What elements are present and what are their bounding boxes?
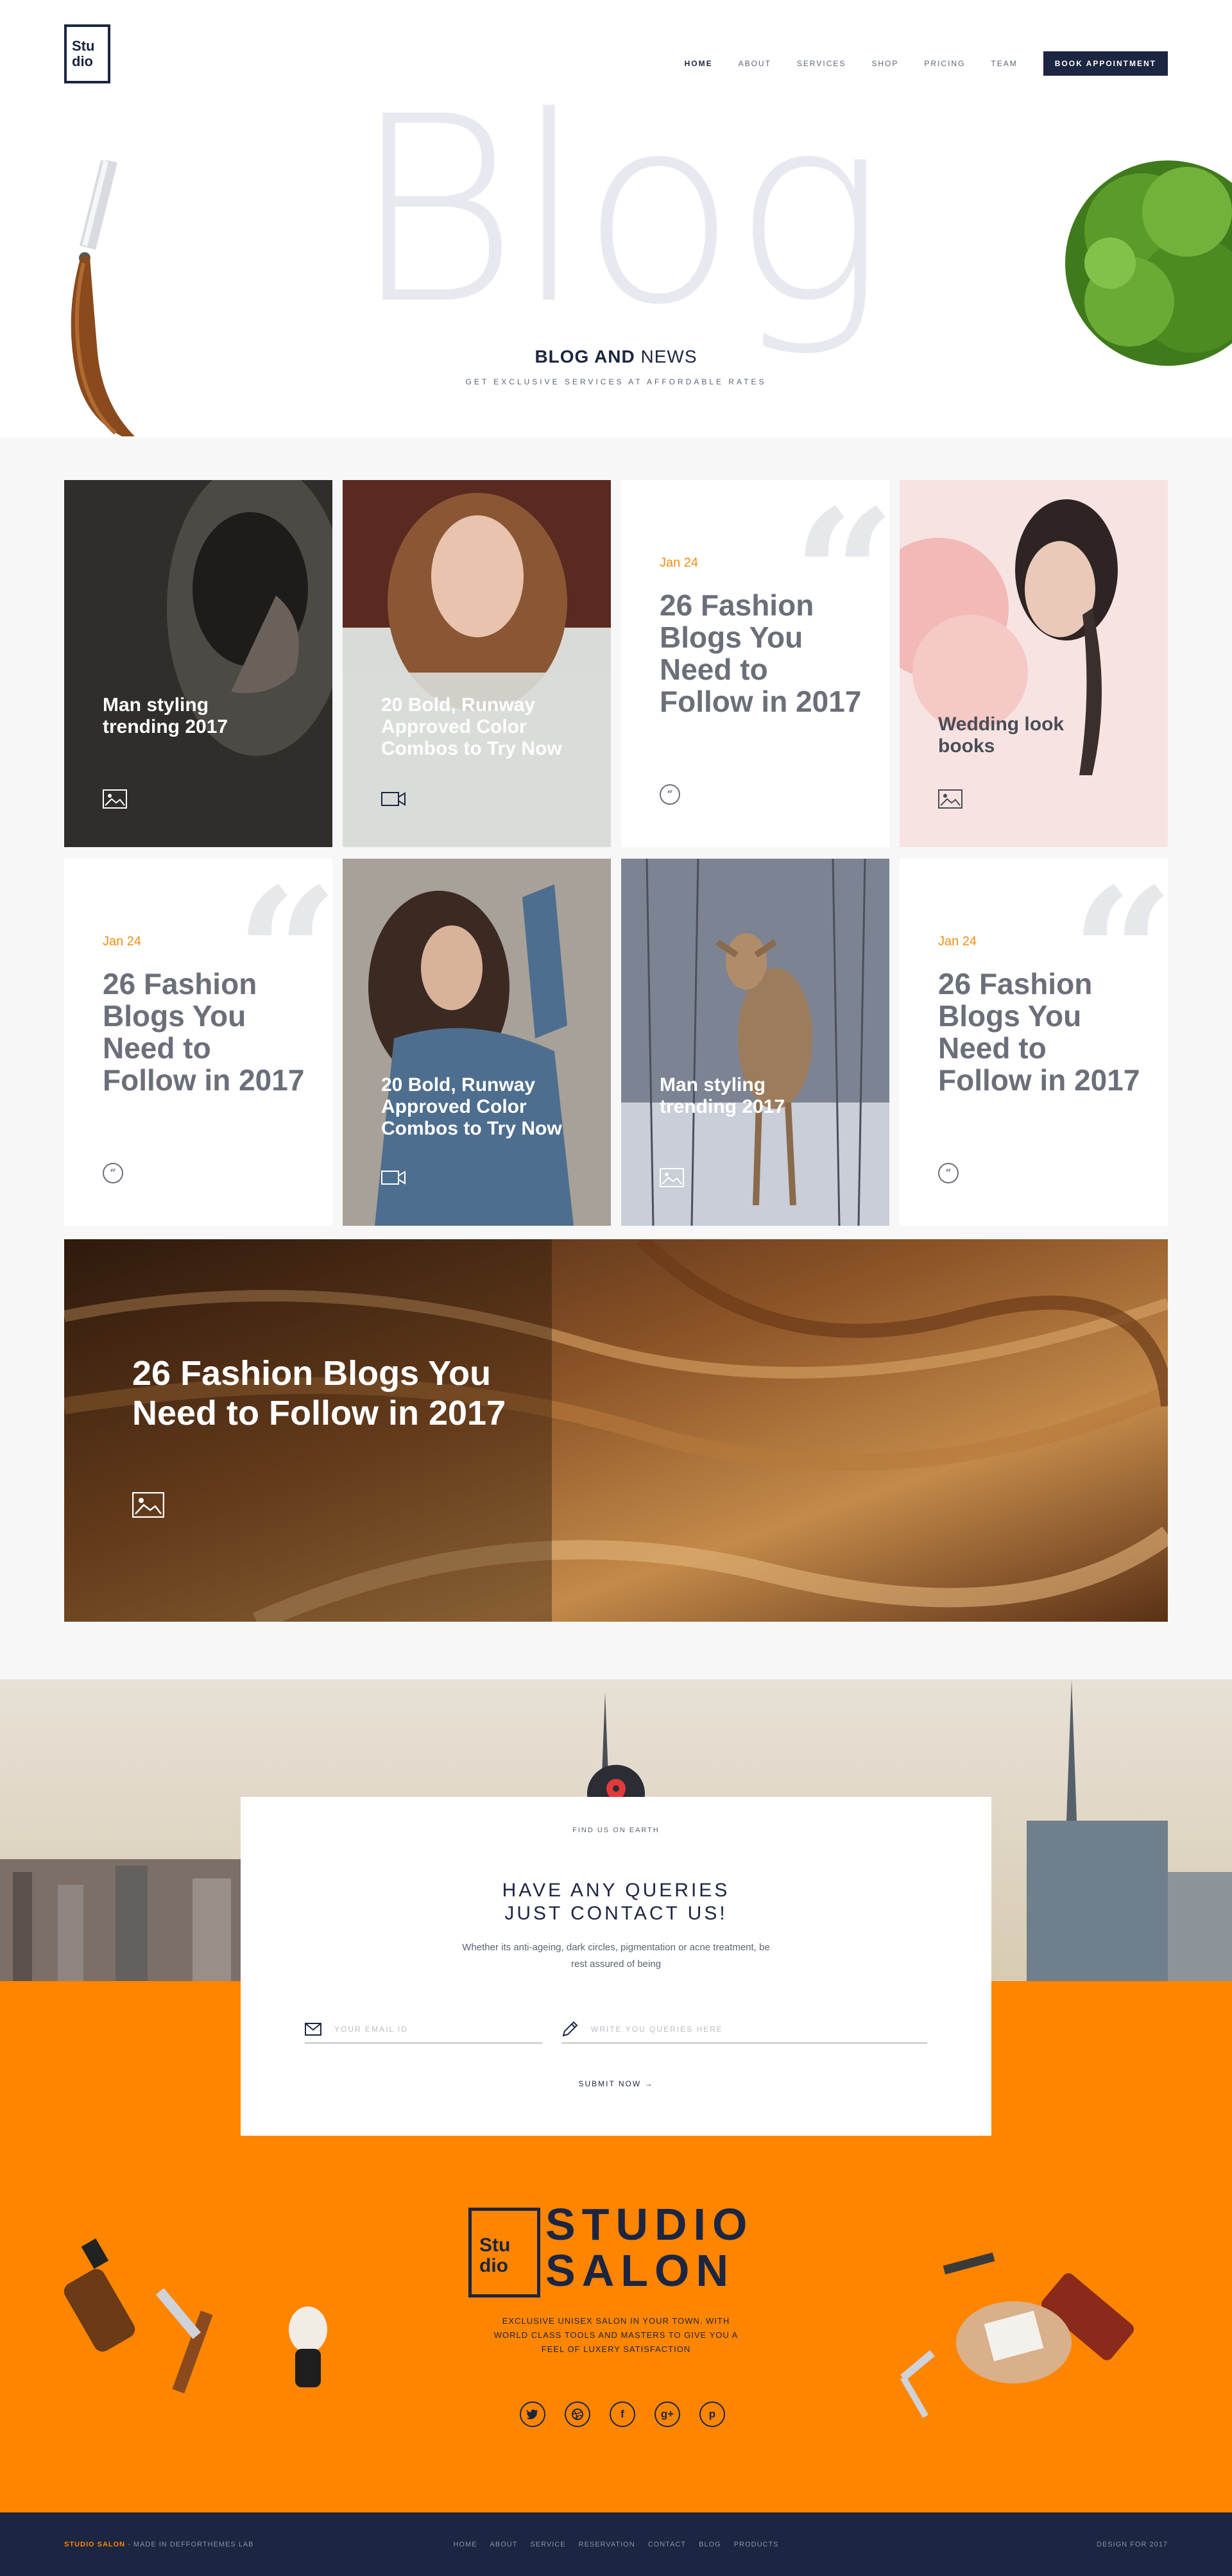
image-icon xyxy=(132,1492,164,1518)
footer-nav-products[interactable]: PRODUCTS xyxy=(734,2541,779,2548)
twitter-icon[interactable] xyxy=(520,2401,545,2427)
facebook-icon[interactable]: f xyxy=(610,2401,635,2427)
hero-title-bold: BLOG AND xyxy=(535,347,635,366)
footer-nav-blog[interactable]: BLOG xyxy=(699,2541,721,2548)
card-date: Jan 24 xyxy=(938,934,977,949)
mail-icon xyxy=(305,2022,321,2036)
submit-button[interactable]: SUBMIT NOW → xyxy=(241,2079,991,2088)
book-appointment-button[interactable]: BOOK APPOINTMENT xyxy=(1043,51,1168,76)
studio-logo[interactable]: Stu dio xyxy=(64,24,110,83)
footer-nav-contact[interactable]: CONTACT xyxy=(648,2541,686,2548)
image-icon xyxy=(103,789,127,809)
brand-name: STUDIO SALON xyxy=(545,2201,753,2294)
contact-heading: HAVE ANY QUERIES JUST CONTACT US! xyxy=(241,1879,991,1925)
nav-pricing[interactable]: PRICING xyxy=(924,59,965,68)
pinterest-icon[interactable]: p xyxy=(699,2401,725,2427)
brand-logo-line-2: dio xyxy=(479,2255,508,2276)
featured-blog-card[interactable]: 26 Fashion Blogs You Need to Follow in 2… xyxy=(64,1239,1168,1622)
hero-title-light: NEWS xyxy=(635,347,697,366)
blog-card[interactable]: 20 Bold, Runway Approved Color Combos to… xyxy=(343,480,611,847)
query-field-wrapper xyxy=(561,2015,927,2043)
social-links: f g+ p xyxy=(510,2401,735,2427)
blog-card[interactable]: Man styling trending 2017 xyxy=(64,480,332,847)
quote-icon: “ xyxy=(103,1163,123,1183)
studio-salon-logo[interactable]: Stu dio xyxy=(468,2208,540,2297)
blog-quote-card[interactable]: “ Jan 24 26 Fashion Blogs You Need to Fo… xyxy=(621,480,889,847)
blog-card[interactable]: 20 Bold, Runway Approved Color Combos to… xyxy=(343,859,611,1226)
footer-nav-home[interactable]: HOME xyxy=(453,2541,477,2548)
video-icon xyxy=(381,1171,406,1185)
logo-line-2: dio xyxy=(72,53,93,69)
card-title: 26 Fashion Blogs You Need to Follow in 2… xyxy=(938,967,1140,1097)
email-input[interactable] xyxy=(334,2024,524,2034)
google-plus-icon[interactable]: g+ xyxy=(654,2401,680,2427)
footer-nav-reservation[interactable]: RESERVATION xyxy=(579,2541,635,2548)
card-title: 26 Fashion Blogs You Need to Follow in 2… xyxy=(103,967,305,1097)
contact-heading-line-2: JUST CONTACT US! xyxy=(504,1903,728,1924)
card-date: Jan 24 xyxy=(660,556,699,570)
card-title: 20 Bold, Runway Approved Color Combos to… xyxy=(381,1074,562,1139)
bottom-bar: STUDIO SALON - MADE IN DEFFORTHEMES LAB … xyxy=(0,2512,1232,2576)
contact-heading-line-1: HAVE ANY QUERIES xyxy=(502,1880,730,1901)
image-icon xyxy=(660,1168,684,1187)
footer-nav: HOME ABOUT SERVICE RESERVATION CONTACT B… xyxy=(0,2541,1232,2548)
find-us-label: FIND US ON EARTH xyxy=(572,1826,660,1834)
quote-icon: “ xyxy=(938,1163,959,1183)
brand-name-line-2: SALON xyxy=(545,2245,735,2296)
card-title: Man styling trending 2017 xyxy=(103,694,228,737)
blog-quote-card[interactable]: “ Jan 24 26 Fashion Blogs You Need to Fo… xyxy=(900,859,1168,1226)
blog-card[interactable]: Man styling trending 2017 xyxy=(621,859,889,1226)
brand-logo-line-1: Stu xyxy=(479,2235,511,2256)
grooming-products-left-image xyxy=(64,2238,327,2394)
card-title: 26 Fashion Blogs You Need to Follow in 2… xyxy=(660,588,862,718)
card-title: Man styling trending 2017 xyxy=(660,1074,785,1117)
footer-nav-about[interactable]: ABOUT xyxy=(490,2541,518,2548)
query-input[interactable] xyxy=(591,2024,884,2034)
plant-image xyxy=(1065,160,1232,366)
contact-description: Whether its anti-ageing, dark circles, p… xyxy=(462,1942,770,1970)
design-credit: DESIGN FOR 2017 xyxy=(1097,2541,1168,2548)
blog-card[interactable]: Wedding look books xyxy=(900,480,1168,847)
card-date: Jan 24 xyxy=(103,934,142,949)
card-title: Wedding look books xyxy=(938,714,1065,757)
hero-section: Stu dio HOME ABOUT SERVICES SHOP PRICING… xyxy=(0,0,1232,438)
featured-card-title: 26 Fashion Blogs You Need to Follow in 2… xyxy=(132,1354,506,1432)
card-title: 20 Bold, Runway Approved Color Combos to… xyxy=(381,694,562,759)
video-icon xyxy=(381,792,406,806)
quote-icon: “ xyxy=(660,784,680,805)
brand-name-line-1: STUDIO xyxy=(545,2199,754,2249)
footer-nav-service[interactable]: SERVICE xyxy=(530,2541,565,2548)
brand-description: EXCLUSIVE UNISEX SALON IN YOUR TOWN. WIT… xyxy=(493,2316,739,2354)
blog-quote-card[interactable]: “ Jan 24 26 Fashion Blogs You Need to Fo… xyxy=(64,859,332,1226)
pencil-icon xyxy=(562,2021,578,2036)
logo-line-1: Stu xyxy=(72,38,95,54)
grooming-products-right-image xyxy=(900,2252,1134,2418)
email-field-wrapper xyxy=(305,2015,542,2043)
image-icon xyxy=(938,789,963,809)
dribbble-icon[interactable] xyxy=(565,2401,590,2427)
nav-team[interactable]: TEAM xyxy=(991,59,1017,68)
contact-form-card: FIND US ON EARTH HAVE ANY QUERIES JUST C… xyxy=(241,1797,991,2136)
